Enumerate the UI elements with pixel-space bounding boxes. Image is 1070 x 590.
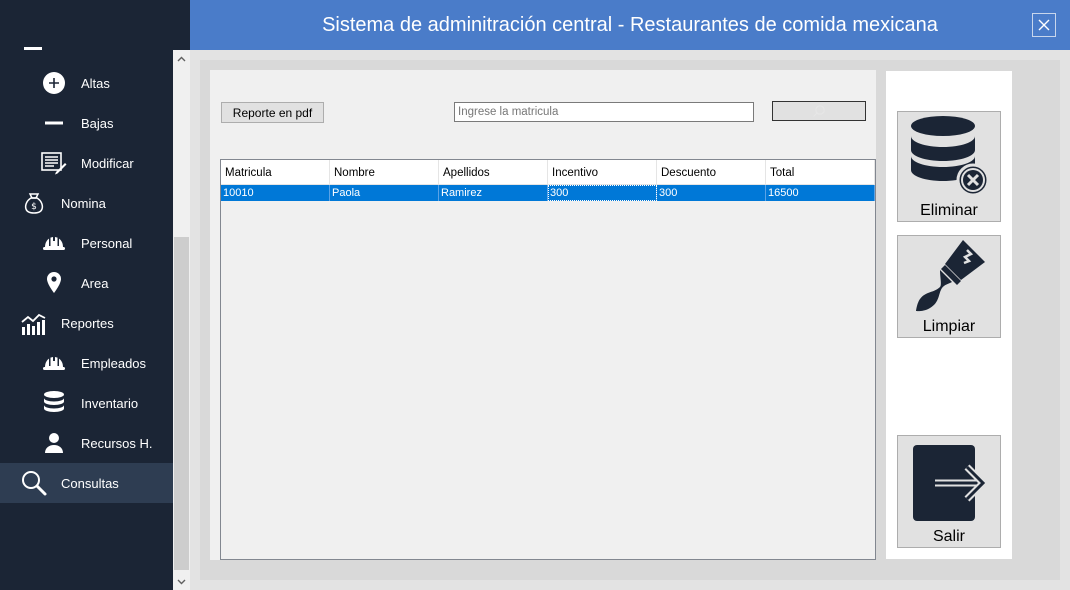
hardhat-icon [40,349,68,377]
column-header[interactable]: Total [766,160,875,185]
search-icon [20,469,48,497]
user-icon [40,429,68,457]
sidebar-item-area[interactable]: Area [0,263,173,303]
sidebar-item-label: Area [81,275,109,291]
sidebar-item-label: Inventario [81,395,139,411]
delete-button-label: Eliminar [920,202,978,219]
svg-text:$: $ [31,202,37,212]
window-title: Sistema de adminitración central - Resta… [322,13,938,36]
search-button[interactable] [772,101,866,121]
table-row[interactable]: 10010 Paola Ramirez 300 300 16500 [221,185,875,201]
sidebar-item-empleados[interactable]: Empleados [0,343,173,383]
money-bag-icon: $ [20,189,48,217]
sidebar-item-altas[interactable]: Altas [0,63,173,103]
collapse-dash-icon[interactable] [24,47,42,50]
column-header[interactable]: Nombre [330,160,439,185]
table-header: Matricula Nombre Apellidos Incentivo Des… [221,160,875,185]
column-header[interactable]: Apellidos [439,160,548,185]
map-pin-icon [40,269,68,297]
chart-icon [20,309,48,337]
results-table[interactable]: Matricula Nombre Apellidos Incentivo Des… [220,159,876,560]
minus-icon [40,109,68,137]
scroll-thumb[interactable] [174,237,189,570]
column-header[interactable]: Matricula [221,160,330,185]
content-panel: Reporte en pdf Matricula Nombre Apellido… [210,70,876,560]
hardhat-icon [40,229,68,257]
sidebar: Altas Bajas Modificar $ Nomina Personal … [0,0,190,590]
column-header[interactable]: Descuento [657,160,766,185]
sidebar-item-label: Reportes [61,315,114,331]
sidebar-item-modificar[interactable]: Modificar [0,143,173,183]
clear-button[interactable]: Limpiar [897,235,1001,338]
exit-button-label: Salir [932,528,965,545]
exit-arrow-icon [913,445,988,521]
table-cell[interactable]: Ramirez [439,185,548,201]
sidebar-item-personal[interactable]: Personal [0,223,173,263]
exit-button[interactable]: Salir [897,435,1001,548]
paintbrush-icon [916,240,985,312]
close-icon [1038,19,1050,31]
table-cell[interactable]: 10010 [221,185,330,201]
database-delete-icon [911,116,990,197]
table-cell[interactable]: 300 [657,185,766,201]
sidebar-item-consultas[interactable]: Consultas [0,463,173,503]
sidebar-item-label: Recursos H. [81,435,153,451]
delete-button[interactable]: Eliminar [897,111,1001,222]
sidebar-item-reportes[interactable]: Reportes [0,303,173,343]
actions-panel: Eliminar Limpiar Salir [886,71,1012,559]
edit-list-icon [40,149,68,177]
sidebar-item-label: Altas [81,75,110,91]
sidebar-item-label: Nomina [61,195,106,211]
scroll-up-icon[interactable] [173,50,190,67]
sidebar-item-bajas[interactable]: Bajas [0,103,173,143]
main-area: Reporte en pdf Matricula Nombre Apellido… [200,60,1060,580]
sidebar-item-label: Consultas [61,475,119,491]
sidebar-item-label: Modificar [81,155,134,171]
table-cell[interactable]: 16500 [766,185,875,201]
sidebar-item-recursos[interactable]: Recursos H. [0,423,173,463]
table-cell[interactable]: Paola [330,185,439,201]
close-button[interactable] [1032,13,1056,37]
matricula-search-input[interactable] [454,102,754,122]
search-icon [813,105,825,117]
pdf-report-button[interactable]: Reporte en pdf [221,102,324,123]
plus-circle-icon [40,69,68,97]
sidebar-item-label: Bajas [81,115,114,131]
scroll-down-icon[interactable] [173,573,190,590]
table-cell[interactable]: 300 [548,185,657,201]
sidebar-scrollbar[interactable] [173,50,190,590]
sidebar-item-label: Personal [81,235,133,251]
database-icon [40,389,68,417]
sidebar-item-nomina[interactable]: $ Nomina [0,183,173,223]
sidebar-item-inventario[interactable]: Inventario [0,383,173,423]
column-header[interactable]: Incentivo [548,160,657,185]
sidebar-item-label: Empleados [81,355,147,371]
clear-button-label: Limpiar [922,318,976,335]
title-bar: Sistema de adminitración central - Resta… [190,0,1070,50]
